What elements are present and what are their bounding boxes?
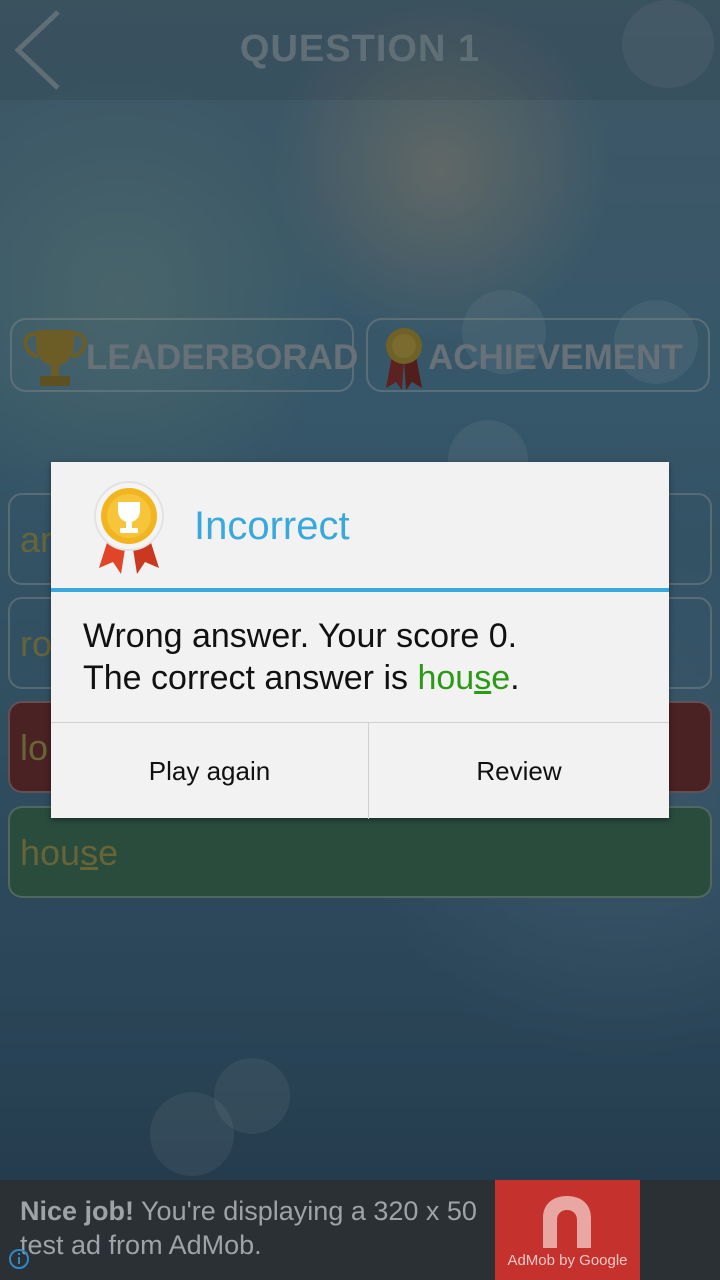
review-button[interactable]: Review <box>369 723 669 819</box>
result-dialog: Incorrect Wrong answer. Your score 0. Th… <box>51 462 669 819</box>
ad-logo-caption: AdMob by Google <box>507 1252 628 1269</box>
dialog-buttons: Play again Review <box>51 722 669 819</box>
message-line-2: The correct answer is house. <box>83 659 520 697</box>
play-again-button[interactable]: Play again <box>51 723 368 819</box>
trophy-badge-icon <box>94 481 164 574</box>
dialog-title: Incorrect <box>194 504 350 548</box>
admob-logo: AdMob by Google <box>495 1180 640 1280</box>
admob-icon <box>543 1196 591 1248</box>
dialog-divider <box>51 588 669 592</box>
correct-answer: house <box>417 659 511 697</box>
ad-banner[interactable]: Nice job! You're displaying a 320 x 50 t… <box>0 1180 720 1280</box>
dialog-message: Wrong answer. Your score 0. The correct … <box>83 615 520 699</box>
ad-text: Nice job! You're displaying a 320 x 50 t… <box>20 1196 477 1260</box>
message-line-1: Wrong answer. Your score 0. <box>83 617 518 655</box>
info-icon[interactable] <box>8 1248 30 1270</box>
